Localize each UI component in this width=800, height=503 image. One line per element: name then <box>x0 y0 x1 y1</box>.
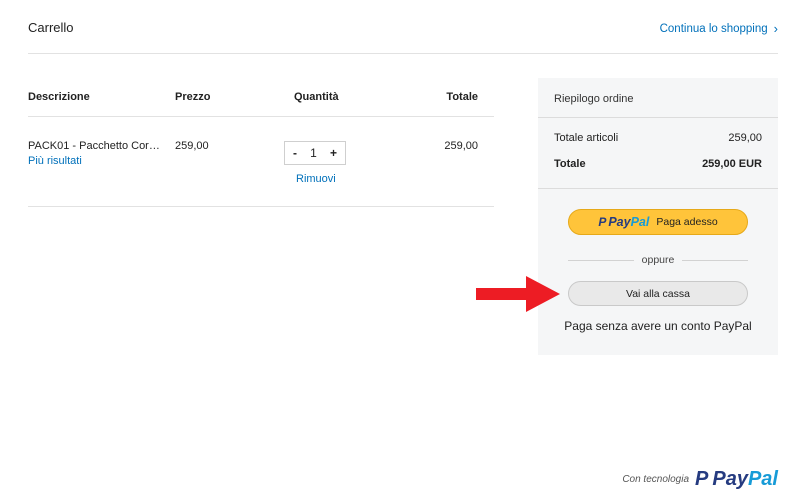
items-total-label: Totale articoli <box>554 132 619 144</box>
paypal-button-label: Paga adesso <box>656 216 718 228</box>
item-name: PACK01 - Pacchetto Corso... <box>28 140 163 152</box>
summary-title: Riepilogo ordine <box>554 93 634 105</box>
or-text: oppure <box>641 254 675 266</box>
order-total-value: 259,00 EUR <box>702 158 762 170</box>
continue-shopping-label: Continua lo shopping <box>659 22 768 35</box>
guest-checkout-text: Paga senza avere un conto PayPal <box>564 319 752 333</box>
table-row: PACK01 - Pacchetto Corso... Più risultat… <box>28 117 494 207</box>
continue-shopping-link[interactable]: Continua lo shopping › <box>660 22 778 35</box>
cart-table: Descrizione Prezzo Quantità Totale PACK0… <box>28 78 494 207</box>
column-header-total: Totale <box>446 91 478 103</box>
checkout-button[interactable]: Vai alla cassa <box>568 281 748 306</box>
quantity-value[interactable]: 1 <box>310 146 317 160</box>
summary-divider <box>538 188 778 189</box>
paypal-wordmark: PayPal <box>608 215 650 229</box>
order-summary: Riepilogo ordine Totale articoli 259,00 … <box>538 78 778 355</box>
paypal-p-icon: P <box>695 468 709 490</box>
quantity-stepper: - 1 + <box>284 141 346 165</box>
summary-divider <box>538 117 778 118</box>
powered-by-text: Con tecnologia <box>622 474 690 485</box>
increment-button[interactable]: + <box>330 146 337 160</box>
items-total-value: 259,00 <box>728 132 762 144</box>
item-total: 259,00 <box>444 140 478 152</box>
summary-total-line: Totale 259,00 EUR <box>554 158 762 170</box>
decrement-button[interactable]: - <box>293 146 297 160</box>
page-title: Carrello <box>28 20 74 35</box>
paypal-logo-icon: P <box>598 215 607 229</box>
more-results-link[interactable]: Più risultati <box>28 155 82 167</box>
column-header-price: Prezzo <box>175 91 211 103</box>
item-price: 259,00 <box>175 140 209 152</box>
chevron-right-icon: › <box>773 21 778 36</box>
column-header-quantity: Quantità <box>294 91 339 103</box>
remove-item-link[interactable]: Rimuovi <box>296 173 336 185</box>
red-arrow-icon <box>476 276 560 312</box>
cart-header: Carrello Continua lo shopping › <box>28 0 778 54</box>
order-total-label: Totale <box>554 158 586 170</box>
table-header: Descrizione Prezzo Quantità Totale <box>28 78 494 117</box>
footer-powered-by: Con tecnologia P Pay Pal <box>622 468 778 491</box>
summary-items-line: Totale articoli 259,00 <box>554 132 762 144</box>
paypal-footer-logo: P Pay Pal <box>695 468 778 490</box>
or-separator: oppure <box>568 254 749 266</box>
paypal-pay-now-button[interactable]: P PayPal Paga adesso <box>568 209 748 235</box>
column-header-description: Descrizione <box>28 91 90 103</box>
